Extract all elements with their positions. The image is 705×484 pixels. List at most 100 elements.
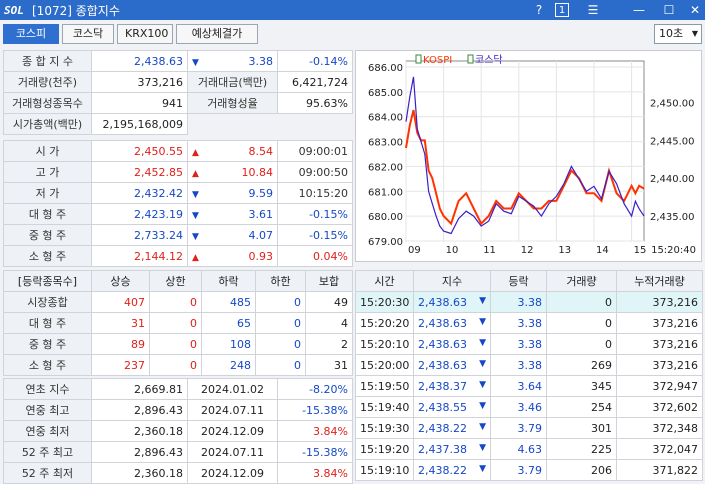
flat-count: 49 bbox=[305, 291, 353, 313]
legend-label: KOSPI bbox=[423, 55, 452, 66]
up-count: 237 bbox=[91, 354, 150, 376]
price-label: 고 가 bbox=[3, 161, 92, 183]
up-count: 407 bbox=[91, 291, 150, 313]
updown-label: 소 형 주 bbox=[3, 354, 92, 376]
tick-row[interactable]: 15:19:30 2,438.22 ▼ 3.79 301 372,348 bbox=[355, 417, 703, 439]
tick-volume: 269 bbox=[546, 354, 617, 376]
y-right-tick-label: 2,440.00 bbox=[650, 174, 695, 185]
down-arrow-icon: ▼ bbox=[192, 210, 199, 221]
tick-cum-volume: 373,216 bbox=[616, 354, 703, 376]
tick-index: 2,437.38 bbox=[418, 442, 467, 456]
tab-krx100[interactable]: KRX100 bbox=[117, 24, 173, 44]
close-icon[interactable]: ✕ bbox=[686, 1, 704, 19]
tick-cum-volume: 372,047 bbox=[616, 438, 703, 460]
tick-index: 2,438.22 bbox=[418, 463, 467, 477]
up-count: 31 bbox=[91, 312, 150, 334]
down-arrow-icon: ▼ bbox=[479, 358, 486, 369]
tick-index: 2,438.37 bbox=[418, 379, 467, 393]
tick-cum-volume: 372,947 bbox=[616, 375, 703, 397]
tab-kospi[interactable]: 코스피 bbox=[3, 24, 59, 44]
minimize-icon[interactable]: — bbox=[630, 1, 648, 19]
updown-header: 상승 bbox=[91, 270, 150, 292]
tick-index: 2,438.55 bbox=[418, 400, 467, 414]
down-count: 65 bbox=[201, 312, 256, 334]
tick-volume: 301 bbox=[546, 417, 617, 439]
tick-time: 15:20:00 bbox=[355, 354, 414, 376]
formed-rate-label: 거래형성율 bbox=[187, 92, 278, 114]
yearly-row: 연초 지수 2,669.81 2024.01.02 -8.20% bbox=[3, 378, 353, 400]
x-tick-label: 15 bbox=[634, 245, 647, 256]
yearly-value: 2,669.81 bbox=[91, 378, 188, 400]
tick-index-cell: 2,438.22 ▼ bbox=[413, 417, 491, 439]
y-left-tick-label: 683.00 bbox=[368, 138, 403, 149]
link-group-icon[interactable]: 1 bbox=[555, 3, 569, 17]
tick-time: 15:20:10 bbox=[355, 333, 414, 355]
y-left-tick-label: 684.00 bbox=[368, 113, 403, 124]
tick-cum-volume: 372,602 bbox=[616, 396, 703, 418]
price-value: 2,144.12 bbox=[91, 245, 188, 267]
tick-time: 15:20:20 bbox=[355, 312, 414, 334]
legend-swatch bbox=[415, 54, 422, 64]
y-right-tick-label: 2,435.00 bbox=[650, 212, 695, 223]
tick-row[interactable]: 15:20:30 2,438.63 ▼ 3.38 0 373,216 bbox=[355, 291, 703, 313]
tick-row[interactable]: 15:19:10 2,438.22 ▼ 3.79 206 371,822 bbox=[355, 459, 703, 481]
price-extra: 10:15:20 bbox=[277, 182, 353, 204]
y-right-tick-label: 2,445.00 bbox=[650, 136, 695, 147]
updown-table: [등락종목수] 상승 상한 하락 하한 보합 시장종합 407 0 485 0 49 대 형 주 31 0… bbox=[3, 270, 353, 376]
tick-row[interactable]: 15:19:50 2,438.37 ▼ 3.64 345 372,947 bbox=[355, 375, 703, 397]
tick-row[interactable]: 15:20:00 2,438.63 ▼ 3.38 269 373,216 bbox=[355, 354, 703, 376]
updown-row: 대 형 주 31 0 65 0 4 bbox=[3, 312, 353, 334]
updown-header: 하한 bbox=[255, 270, 306, 292]
tick-index-cell: 2,438.37 ▼ bbox=[413, 375, 491, 397]
yearly-date: 2024.07.11 bbox=[187, 441, 278, 463]
tab-kosdaq[interactable]: 코스닥 bbox=[62, 24, 114, 44]
price-change: 9.59 bbox=[248, 186, 274, 200]
yearly-value: 2,896.43 bbox=[91, 441, 188, 463]
yearly-label: 연중 최저 bbox=[3, 420, 92, 442]
down-arrow-icon: ▼ bbox=[192, 57, 199, 68]
price-change: 3.61 bbox=[248, 207, 274, 221]
yearly-label: 52 주 최저 bbox=[3, 462, 92, 484]
price-change-cell: ▲ 8.54 bbox=[187, 140, 278, 162]
lower-count: 0 bbox=[255, 312, 306, 334]
y-left-tick-label: 682.00 bbox=[368, 162, 403, 173]
tick-row[interactable]: 15:19:20 2,437.38 ▼ 4.63 225 372,047 bbox=[355, 438, 703, 460]
volume-value: 373,216 bbox=[91, 71, 188, 93]
price-extra: -0.15% bbox=[277, 203, 353, 225]
interval-select[interactable]: 10초 ▼ bbox=[654, 24, 702, 44]
tick-index-cell: 2,438.63 ▼ bbox=[413, 312, 491, 334]
tick-row[interactable]: 15:19:40 2,438.55 ▼ 3.46 254 372,602 bbox=[355, 396, 703, 418]
tick-time: 15:19:20 bbox=[355, 438, 414, 460]
down-arrow-icon: ▼ bbox=[479, 316, 486, 327]
tick-index-cell: 2,437.38 ▼ bbox=[413, 438, 491, 460]
up-arrow-icon: ▲ bbox=[192, 147, 199, 158]
tick-index: 2,438.63 bbox=[418, 295, 467, 309]
price-table: 시 가 2,450.55 ▲ 8.54 09:00:01 고 가 2,452.85 ▲ 10.8… bbox=[3, 140, 353, 267]
help-icon[interactable]: ? bbox=[530, 1, 548, 19]
maximize-icon[interactable]: ☐ bbox=[660, 1, 678, 19]
yearly-rate: 3.84% bbox=[277, 462, 353, 484]
tick-volume: 345 bbox=[546, 375, 617, 397]
updown-header: 하락 bbox=[201, 270, 256, 292]
down-arrow-icon: ▼ bbox=[479, 421, 486, 432]
down-arrow-icon: ▼ bbox=[479, 379, 486, 390]
tab-expected[interactable]: 예상체결가 bbox=[176, 24, 258, 44]
tick-volume: 0 bbox=[546, 312, 617, 334]
price-change-cell: ▼ 9.59 bbox=[187, 182, 278, 204]
tick-row[interactable]: 15:20:10 2,438.63 ▼ 3.38 0 373,216 bbox=[355, 333, 703, 355]
index-value: 2,438.63 bbox=[91, 50, 188, 72]
updown-header: 상한 bbox=[149, 270, 202, 292]
formed-value: 941 bbox=[91, 92, 188, 114]
down-count: 485 bbox=[201, 291, 256, 313]
price-change: 8.54 bbox=[248, 144, 274, 158]
menu-icon[interactable]: ☰ bbox=[584, 1, 602, 19]
price-label: 시 가 bbox=[3, 140, 92, 162]
x-tick-label: 11 bbox=[483, 245, 496, 256]
price-change: 4.07 bbox=[248, 228, 274, 242]
tick-header: 지수 bbox=[413, 270, 491, 292]
tick-cum-volume: 373,216 bbox=[616, 333, 703, 355]
yearly-date: 2024.12.09 bbox=[187, 462, 278, 484]
tick-time: 15:19:40 bbox=[355, 396, 414, 418]
tick-header: 등락 bbox=[490, 270, 547, 292]
tick-row[interactable]: 15:20:20 2,438.63 ▼ 3.38 0 373,216 bbox=[355, 312, 703, 334]
